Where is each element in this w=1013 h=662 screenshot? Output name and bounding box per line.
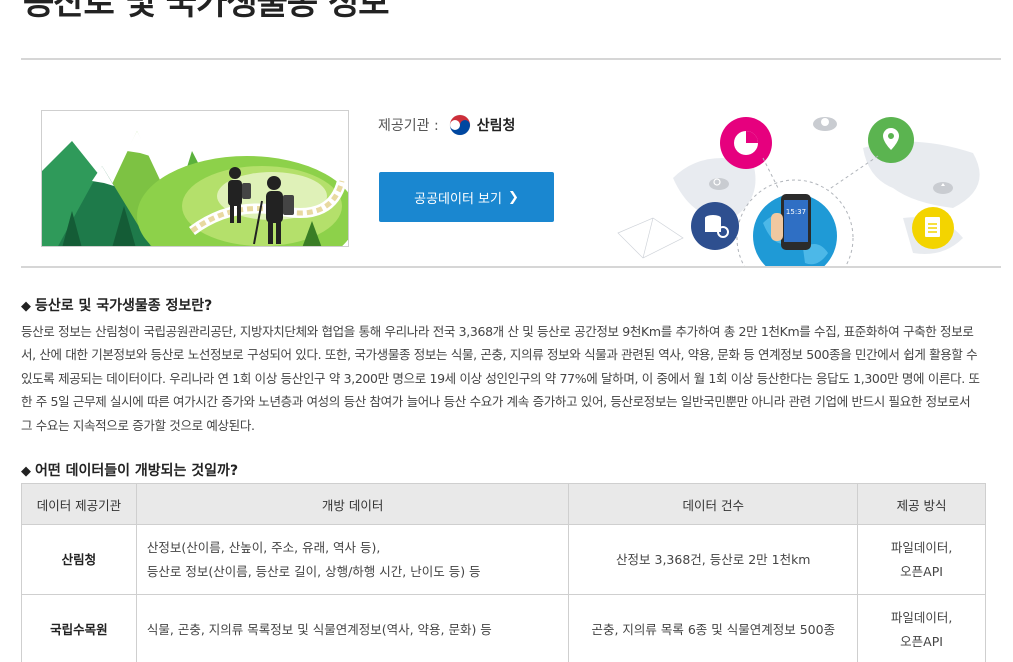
about-paragraph: 등산로 정보는 산림청이 국립공원관리공단, 지방자치단체와 협업을 통해 우리… bbox=[21, 324, 980, 433]
row-org: 산림청 bbox=[21, 524, 137, 595]
column-header-provider: 데이터 제공기관 bbox=[21, 483, 137, 525]
diamond-bullet-icon: ◆ bbox=[21, 299, 31, 314]
hiking-thumbnail-image bbox=[41, 110, 349, 247]
data-network-illustration: 15:37 bbox=[617, 117, 980, 266]
column-header-method: 제공 방식 bbox=[857, 483, 986, 525]
view-public-data-button[interactable]: 공공데이터 보기 ❯ bbox=[379, 172, 554, 222]
about-heading: ◆ 등산로 및 국가생물종 정보란? bbox=[21, 295, 212, 315]
row-open-data: 식물, 곤충, 지의류 목록정보 및 식물연계정보(역사, 약용, 문화) 등 bbox=[135, 594, 570, 662]
row-method-line: 오픈API bbox=[900, 633, 943, 649]
table-row: 산림청 산정보(산이름, 산높이, 주소, 유래, 역사 등), 등산로 정보(… bbox=[21, 524, 986, 595]
korea-government-logo-icon bbox=[449, 114, 470, 136]
title-bar: 등산로 및 국가생물종 정보 bbox=[21, 0, 1001, 60]
diamond-bullet-icon: ◆ bbox=[21, 464, 31, 479]
row-count: 곤충, 지의류 목록 6종 및 식물연계정보 500종 bbox=[568, 594, 859, 662]
row-open-data: 산정보(산이름, 산높이, 주소, 유래, 역사 등), 등산로 정보(산이름,… bbox=[135, 524, 570, 595]
row-open-data-line: 식물, 곤충, 지의류 목록정보 및 식물연계정보(역사, 약용, 문화) 등 bbox=[146, 621, 492, 637]
phone-time: 15:37 bbox=[786, 208, 806, 216]
column-header-count: 데이터 건수 bbox=[568, 483, 859, 525]
table-row: 국립수목원 식물, 곤충, 지의류 목록정보 및 식물연계정보(역사, 약용, … bbox=[21, 594, 986, 662]
row-method: 파일데이터, 오픈API bbox=[857, 594, 986, 662]
row-open-data-line: 등산로 정보(산이름, 등산로 길이, 상행/하행 시간, 난이도 등) 등 bbox=[146, 563, 481, 579]
open-data-heading: ◆ 어떤 데이터들이 개방되는 것일까? bbox=[21, 460, 238, 480]
hero-section: 제공기관 : 산림청 공공데이터 보기 ❯ 15:37 bbox=[21, 60, 1001, 268]
chevron-right-icon: ❯ bbox=[507, 189, 519, 205]
row-method-line: 파일데이터, bbox=[890, 609, 953, 625]
about-heading-text: 등산로 및 국가생물종 정보란? bbox=[35, 298, 213, 314]
column-header-open-data: 개방 데이터 bbox=[135, 483, 570, 525]
view-public-data-label: 공공데이터 보기 bbox=[414, 191, 502, 207]
row-method: 파일데이터, 오픈API bbox=[857, 524, 986, 595]
row-org: 국립수목원 bbox=[21, 594, 137, 662]
row-count: 산정보 3,368건, 등산로 2만 1천km bbox=[568, 524, 859, 595]
row-open-data-line: 산정보(산이름, 산높이, 주소, 유래, 역사 등), bbox=[146, 539, 381, 555]
hiking-illustration bbox=[42, 111, 348, 246]
provider-name: 산림청 bbox=[476, 118, 516, 134]
table-header-row: 데이터 제공기관 개방 데이터 데이터 건수 제공 방식 bbox=[21, 483, 986, 525]
page-title: 등산로 및 국가생물종 정보 bbox=[23, 0, 390, 23]
open-data-heading-text: 어떤 데이터들이 개방되는 것일까? bbox=[35, 463, 239, 479]
row-method-line: 오픈API bbox=[900, 563, 943, 579]
open-data-table: 데이터 제공기관 개방 데이터 데이터 건수 제공 방식 산림청 산정보(산이름… bbox=[21, 483, 986, 662]
row-method-line: 파일데이터, bbox=[890, 539, 953, 555]
provider-info: 제공기관 : 산림청 bbox=[378, 114, 515, 136]
provider-label: 제공기관 : bbox=[378, 118, 439, 134]
